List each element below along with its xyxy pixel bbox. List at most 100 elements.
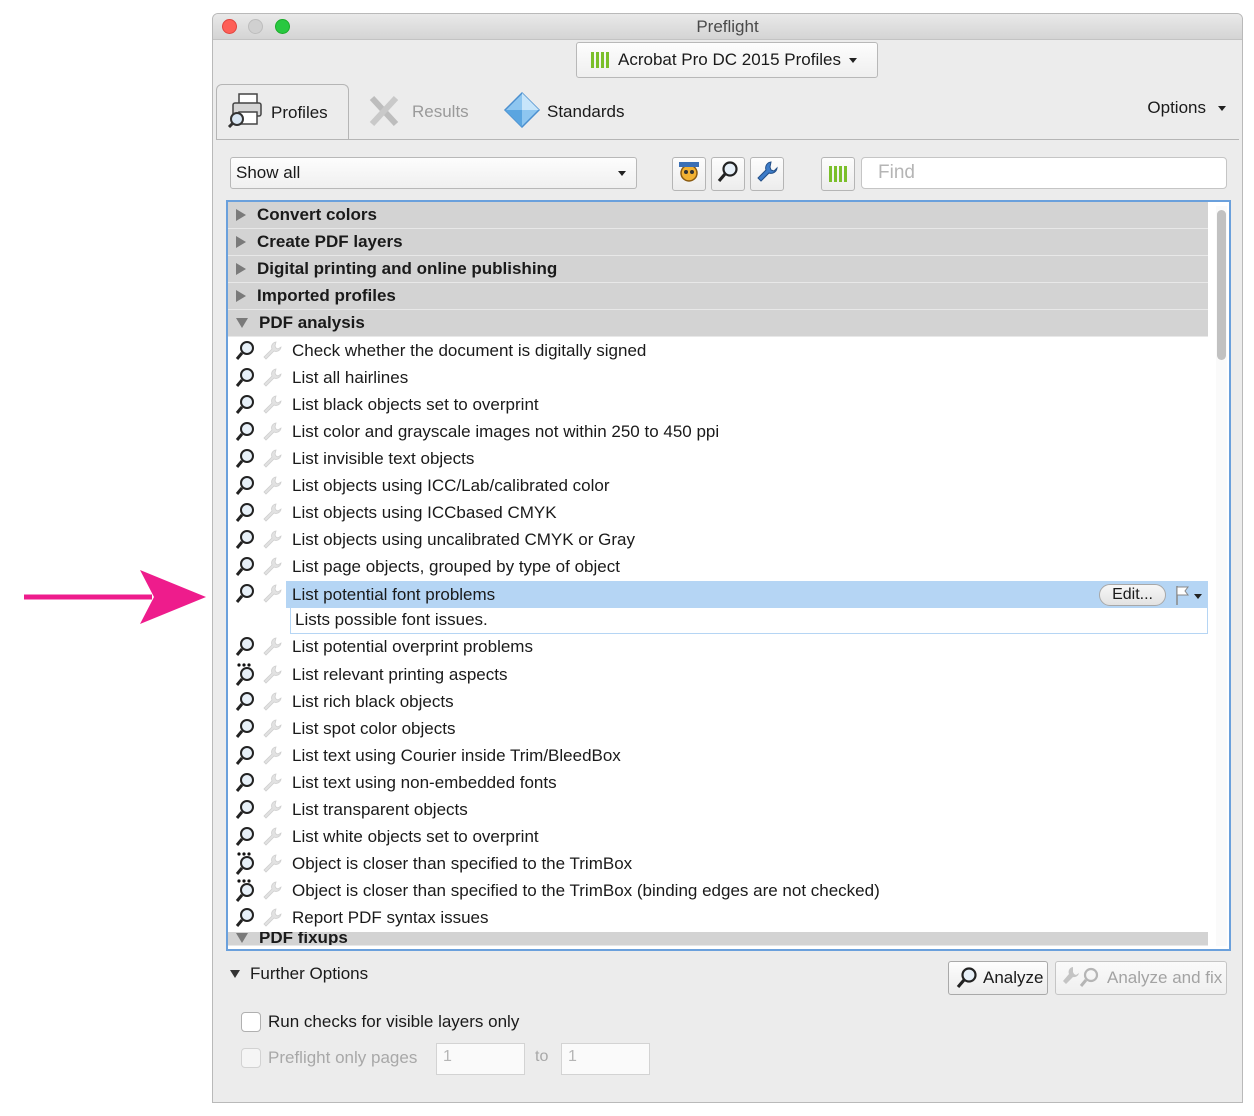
wizard-button[interactable] xyxy=(672,157,706,191)
category-row[interactable]: Convert colors xyxy=(228,202,1208,229)
profile-row[interactable]: List potential font problems Edit... xyxy=(228,580,1208,608)
category-label: PDF analysis xyxy=(259,313,365,332)
library-select[interactable]: Acrobat Pro DC 2015 Profiles xyxy=(576,42,878,78)
edit-button[interactable]: Edit... xyxy=(1099,583,1166,606)
visible-layers-checkbox[interactable]: Run checks for visible layers only xyxy=(241,1012,519,1032)
flag-icon[interactable] xyxy=(1174,584,1204,606)
tab-bar: Profiles Results Standards xyxy=(213,84,1242,140)
tab-results-label: Results xyxy=(412,102,469,121)
wrench-icon xyxy=(755,160,779,189)
profile-row[interactable]: List objects using ICC/Lab/calibrated co… xyxy=(228,472,1208,499)
magnifier-icon xyxy=(232,583,258,605)
profile-row[interactable]: Check whether the document is digitally … xyxy=(228,337,1208,364)
tab-results[interactable]: Results xyxy=(366,84,469,140)
checkbox[interactable] xyxy=(241,1012,261,1032)
profile-row-text: List rich black objects xyxy=(286,688,1208,715)
find-input[interactable]: Find xyxy=(861,157,1227,189)
profile-row[interactable]: Report PDF syntax issues xyxy=(228,905,1208,932)
tab-standards[interactable]: Standards xyxy=(503,84,625,140)
profile-row[interactable]: List spot color objects xyxy=(228,715,1208,742)
library-icon xyxy=(829,166,847,182)
analyze-fix-icon xyxy=(1061,965,1103,991)
wrench-icon xyxy=(258,772,286,794)
profile-row[interactable]: List text using non-embedded fonts xyxy=(228,769,1208,796)
profile-row[interactable]: Object is closer than specified to the T… xyxy=(228,878,1208,905)
magnifier-icon xyxy=(232,718,258,740)
preflight-only-pages-checkbox[interactable]: Preflight only pages xyxy=(241,1048,417,1068)
further-options-label: Further Options xyxy=(250,964,369,983)
profile-row[interactable]: List white objects set to overprint xyxy=(228,824,1208,851)
profile-row-text: List black objects set to overprint xyxy=(286,391,1208,418)
disclosure-triangle-icon xyxy=(236,209,246,221)
category-row[interactable]: Digital printing and online publishing xyxy=(228,256,1208,283)
profile-row[interactable]: List potential overprint problems xyxy=(228,634,1208,661)
page-range-to-label: to xyxy=(535,1048,549,1065)
magnifier-icon xyxy=(232,421,258,443)
wrench-icon xyxy=(258,636,286,658)
scrollbar-thumb[interactable] xyxy=(1217,210,1226,360)
profile-row-text: List objects using uncalibrated CMYK or … xyxy=(286,527,1208,554)
analyze-and-fix-button[interactable]: Analyze and fix xyxy=(1055,961,1227,995)
profile-label: List invisible text objects xyxy=(292,448,475,468)
category-label: Imported profiles xyxy=(257,286,396,305)
library-view-button[interactable] xyxy=(821,157,855,191)
profile-row[interactable]: List objects using uncalibrated CMYK or … xyxy=(228,527,1208,554)
magnifier-icon xyxy=(232,826,258,848)
options-label: Options xyxy=(1147,98,1206,117)
profile-row-text: List potential overprint problems xyxy=(286,634,1208,661)
tab-profiles[interactable]: Profiles xyxy=(216,84,349,140)
category-row[interactable]: PDF fixups xyxy=(228,931,1208,946)
profile-row-text: List spot color objects xyxy=(286,715,1208,742)
profile-list[interactable]: Convert colors Create PDF layers Digital p… xyxy=(226,200,1231,951)
wrench-icon xyxy=(258,502,286,524)
magnifier-icon xyxy=(232,340,258,362)
wrench-icon xyxy=(258,907,286,929)
profile-row[interactable]: List invisible text objects xyxy=(228,445,1208,472)
category-row[interactable]: Imported profiles xyxy=(228,283,1208,310)
profile-row[interactable]: List all hairlines xyxy=(228,364,1208,391)
profiles-icon xyxy=(227,92,265,133)
further-options-toggle[interactable]: Further Options xyxy=(230,964,368,984)
profile-row[interactable]: Object is closer than specified to the T… xyxy=(228,851,1208,878)
checkbox[interactable] xyxy=(241,1048,261,1068)
fixup-button[interactable] xyxy=(750,157,784,191)
wrench-icon xyxy=(258,799,286,821)
profile-label: List potential overprint problems xyxy=(292,637,533,657)
wrench-icon xyxy=(258,826,286,848)
profile-row-text: Object is closer than specified to the T… xyxy=(286,878,1208,905)
magnifier-icon xyxy=(232,745,258,767)
profile-row[interactable]: List black objects set to overprint xyxy=(228,391,1208,418)
scrollbar[interactable] xyxy=(1216,206,1227,946)
category-row[interactable]: PDF analysis xyxy=(228,310,1208,337)
magnifier-icon xyxy=(232,529,258,551)
profile-row[interactable]: List color and grayscale images not with… xyxy=(228,418,1208,445)
profile-row[interactable]: List objects using ICCbased CMYK xyxy=(228,500,1208,527)
magnifier-icon xyxy=(716,160,740,189)
category-row[interactable]: Create PDF layers xyxy=(228,229,1208,256)
analyze-button[interactable]: Analyze xyxy=(948,961,1048,995)
profile-row[interactable]: List rich black objects xyxy=(228,688,1208,715)
magnifier-icon xyxy=(232,502,258,524)
options-menu[interactable]: Options xyxy=(1147,98,1226,118)
analyze-profile-button[interactable] xyxy=(711,157,745,191)
page-to-input[interactable]: 1 xyxy=(561,1043,650,1075)
profile-row[interactable]: List text using Courier inside Trim/Blee… xyxy=(228,742,1208,769)
filter-select[interactable]: Show all xyxy=(230,157,637,189)
profile-row[interactable]: List page objects, grouped by type of ob… xyxy=(228,554,1208,581)
wrench-icon xyxy=(258,340,286,362)
wrench-icon xyxy=(258,394,286,416)
profile-row-text: Object is closer than specified to the T… xyxy=(286,851,1208,878)
profile-row[interactable]: List transparent objects xyxy=(228,797,1208,824)
magnifier-icon xyxy=(232,636,258,658)
profile-label: List objects using ICCbased CMYK xyxy=(292,503,557,523)
profile-label: Object is closer than specified to the T… xyxy=(292,881,880,901)
analysis-multi-icon xyxy=(232,662,258,687)
profile-label: List relevant printing aspects xyxy=(292,664,508,684)
disclosure-triangle-icon xyxy=(236,290,246,302)
profile-row[interactable]: List relevant printing aspects xyxy=(228,661,1208,688)
chevron-down-icon xyxy=(849,57,857,63)
wrench-icon xyxy=(258,853,286,875)
page-from-input[interactable]: 1 xyxy=(436,1043,525,1075)
profile-label: List white objects set to overprint xyxy=(292,827,539,847)
disclosure-triangle-icon xyxy=(236,933,248,944)
